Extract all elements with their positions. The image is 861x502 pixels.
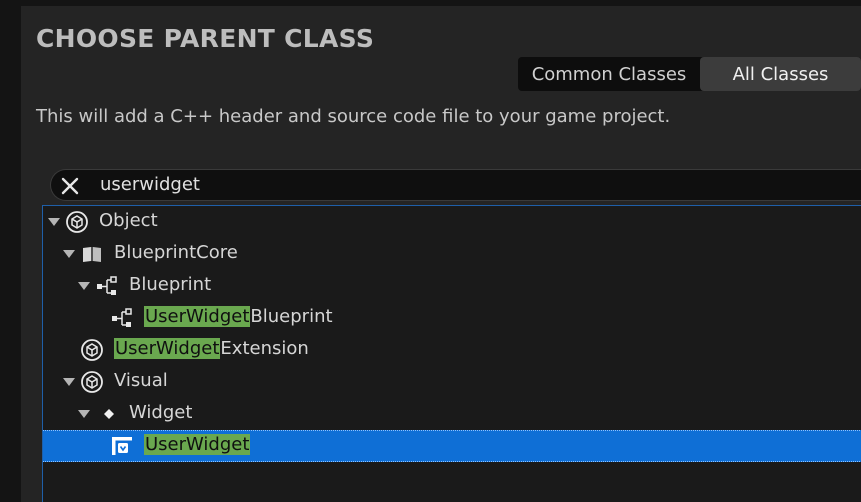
class-cube-icon — [81, 371, 103, 393]
user-widget-icon — [112, 437, 132, 455]
expand-arrow-icon[interactable] — [63, 378, 75, 386]
class-cube-icon — [66, 211, 88, 233]
tree-row-widget[interactable]: Widget — [43, 398, 861, 430]
tree-row-visual[interactable]: Visual — [43, 366, 861, 398]
search-box[interactable]: userwidget — [50, 169, 861, 201]
tab-all-classes[interactable]: All Classes — [700, 57, 861, 91]
dialog-description: This will add a C++ header and source co… — [36, 106, 671, 127]
expand-arrow-icon[interactable] — [78, 282, 90, 290]
dialog-title: CHOOSE PARENT CLASS — [36, 24, 375, 53]
tree-row-text: Widget — [129, 402, 193, 423]
book-icon — [83, 247, 101, 262]
tree-row-text: Extension — [220, 338, 309, 359]
expand-arrow-icon[interactable] — [63, 250, 75, 258]
tree-row-label: UserWidget — [144, 434, 251, 456]
tree-row-label: Blueprint — [129, 274, 211, 296]
expand-arrow-icon[interactable] — [48, 218, 60, 226]
tree-row-text: Blueprint — [250, 306, 333, 327]
tree-row-userwidgetextension[interactable]: UserWidgetExtension — [43, 334, 861, 366]
graph-node-icon — [97, 276, 117, 295]
tree-row-text: Visual — [114, 370, 168, 391]
class-tree: Object BlueprintCore Blueprint UserWidge… — [42, 205, 861, 502]
tree-row-userwidget[interactable]: UserWidget — [43, 430, 861, 462]
graph-node-icon — [112, 308, 132, 327]
tree-row-text: Object — [99, 210, 158, 231]
tree-row-label: Widget — [129, 402, 192, 424]
tree-row-blueprint[interactable]: Blueprint — [43, 270, 861, 302]
tree-row-object[interactable]: Object — [43, 206, 861, 238]
tree-row-label: UserWidgetExtension — [114, 338, 309, 360]
tree-row-text: BlueprintCore — [114, 242, 238, 263]
expand-arrow-icon[interactable] — [78, 410, 90, 418]
search-input[interactable]: userwidget — [100, 174, 200, 195]
tree-row-label: UserWidgetBlueprint — [144, 306, 333, 328]
tab-common-classes[interactable]: Common Classes — [518, 57, 700, 91]
search-match-highlight: UserWidget — [114, 338, 221, 359]
tree-row-label: Visual — [114, 370, 168, 392]
class-filter-toggle: Common Classes All Classes — [518, 57, 861, 91]
search-match-highlight: UserWidget — [144, 434, 251, 455]
tree-row-label: Object — [99, 210, 158, 232]
clear-search-icon[interactable] — [59, 175, 81, 197]
tree-row-userwidgetblueprint[interactable]: UserWidgetBlueprint — [43, 302, 861, 334]
class-cube-icon — [81, 339, 103, 361]
tree-row-label: BlueprintCore — [114, 242, 238, 264]
tree-row-blueprintcore[interactable]: BlueprintCore — [43, 238, 861, 270]
search-match-highlight: UserWidget — [144, 306, 251, 327]
tree-row-text: Blueprint — [129, 274, 212, 295]
diamond-icon — [104, 409, 114, 419]
